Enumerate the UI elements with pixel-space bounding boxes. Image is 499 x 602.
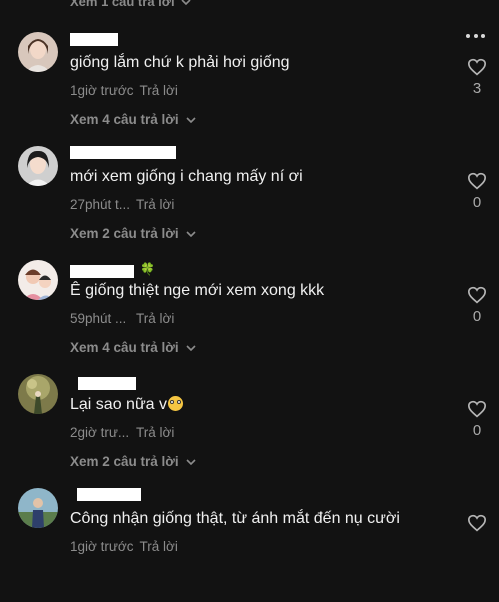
chevron-down-icon — [186, 458, 196, 465]
chevron-down-icon — [186, 116, 196, 123]
view-replies-label: Xem 2 câu trả lời — [70, 454, 179, 469]
comment-item: Công nhận giống thật, từ ánh mắt đến nụ … — [0, 488, 499, 602]
reply-button[interactable]: Trả lời — [136, 311, 174, 326]
view-replies-label: Xem 4 câu trả lời — [70, 340, 179, 355]
avatar[interactable] — [18, 260, 58, 300]
like-button[interactable]: 0 — [463, 286, 491, 325]
heart-icon — [467, 58, 487, 76]
username-redacted[interactable] — [70, 33, 118, 46]
reply-button[interactable]: Trả lời — [136, 425, 174, 440]
heart-icon — [467, 514, 487, 532]
heart-icon — [467, 400, 487, 418]
comment-item: 🍀 Ê giống thiệt nge mới xem xong kkk 59p… — [0, 260, 499, 374]
flushed-face-emoji — [168, 396, 183, 411]
username-redacted[interactable] — [70, 146, 176, 159]
like-count: 3 — [472, 80, 482, 97]
like-count: 0 — [472, 194, 482, 211]
comment-text: Lại sao nữa v — [70, 396, 183, 414]
view-replies-label: Xem 2 câu trả lời — [70, 226, 179, 241]
comment-meta: 1giờ trước Trả lời — [70, 539, 178, 554]
heart-icon — [467, 172, 487, 190]
view-replies-label: Xem 1 câu trả lời — [70, 0, 175, 9]
avatar[interactable] — [18, 146, 58, 186]
comment-meta: 59phút ... Trả lời — [70, 311, 174, 326]
username-redacted[interactable] — [70, 265, 134, 278]
reply-button[interactable]: Trả lời — [136, 197, 174, 212]
name-badge: 🍀 — [140, 262, 155, 276]
comment-text: Ê giống thiệt nge mới xem xong kkk — [70, 282, 325, 299]
like-button[interactable]: 0 — [463, 172, 491, 211]
comment-time: 1giờ trước — [70, 539, 134, 554]
username-redacted[interactable] — [77, 488, 141, 501]
comment-meta: 27phút t... Trả lời — [70, 197, 174, 212]
comment-time: 1giờ trước — [70, 83, 134, 98]
reply-button[interactable]: Trả lời — [140, 539, 178, 554]
comment-time: 59phút ... — [70, 311, 127, 326]
avatar[interactable] — [18, 374, 58, 414]
view-replies-button[interactable]: Xem 2 câu trả lời — [70, 454, 196, 469]
comment-text: mới xem giống i chang mấy ní ơi — [70, 168, 303, 185]
chevron-down-icon — [186, 230, 196, 237]
comment-time: 27phút t... — [70, 197, 131, 212]
comment-meta: 2giờ trư... Trả lời — [70, 425, 174, 440]
like-count: 0 — [472, 422, 482, 439]
comment-time: 2giờ trư... — [70, 425, 130, 440]
comment-meta: 1giờ trước Trả lời — [70, 83, 178, 98]
like-button[interactable]: 0 — [463, 400, 491, 439]
chevron-down-icon — [186, 344, 196, 351]
avatar[interactable] — [18, 32, 58, 72]
view-replies-button[interactable]: Xem 2 câu trả lời — [70, 226, 196, 241]
username-redacted[interactable] — [78, 377, 136, 390]
comment-text: giống lắm chứ k phải hơi giống — [70, 54, 290, 71]
chevron-down-icon — [181, 0, 191, 5]
reply-button[interactable]: Trả lời — [140, 83, 178, 98]
comment-item: mới xem giống i chang mấy ní ơi 27phút t… — [0, 146, 499, 260]
like-button[interactable] — [463, 514, 491, 532]
heart-icon — [467, 286, 487, 304]
comment-item: Lại sao nữa v 2giờ trư... Trả lời Xem 2 c… — [0, 374, 499, 488]
view-replies-button[interactable]: Xem 4 câu trả lời — [70, 112, 196, 127]
comment-text: Công nhận giống thật, từ ánh mắt đến nụ … — [70, 510, 400, 527]
view-replies-button[interactable]: Xem 4 câu trả lời — [70, 340, 196, 355]
view-replies-label: Xem 4 câu trả lời — [70, 112, 179, 127]
avatar[interactable] — [18, 488, 58, 528]
more-options-icon[interactable] — [466, 34, 485, 38]
comment-item: giống lắm chứ k phải hơi giống 1giờ trướ… — [0, 32, 499, 146]
like-button[interactable]: 3 — [463, 58, 491, 97]
like-count: 0 — [472, 308, 482, 325]
view-replies-button[interactable]: Xem 1 câu trả lời — [70, 0, 191, 9]
